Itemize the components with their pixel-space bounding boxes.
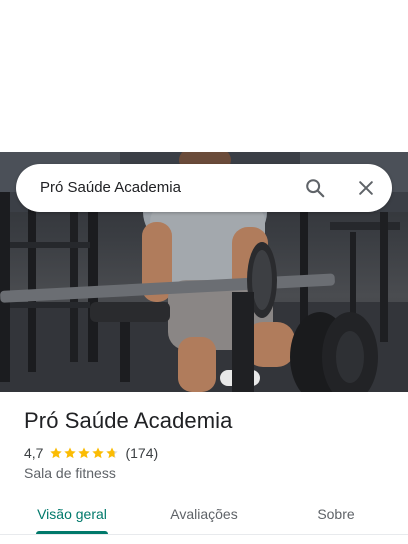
rating-stars	[49, 446, 119, 460]
tabs-divider	[0, 534, 408, 535]
place-category: Sala de fitness	[24, 465, 116, 481]
search-bar[interactable]: Pró Saúde Academia	[16, 164, 392, 212]
star-icon	[50, 447, 63, 459]
rating-row: 4,7 (174)	[24, 444, 158, 462]
search-icon[interactable]	[304, 177, 326, 199]
top-blank-area	[0, 0, 408, 152]
close-icon[interactable]	[356, 178, 376, 198]
star-icon	[64, 447, 77, 459]
star-icon	[92, 447, 105, 459]
star-icon	[78, 447, 91, 459]
place-tabs: Visão geral Avaliações Sobre	[0, 492, 408, 544]
search-input[interactable]: Pró Saúde Academia	[40, 179, 181, 196]
review-count[interactable]: (174)	[125, 445, 158, 461]
tab-about[interactable]: Sobre	[284, 492, 388, 536]
star-half-icon	[106, 447, 119, 459]
tab-reviews[interactable]: Avaliações	[152, 492, 256, 536]
tab-overview[interactable]: Visão geral	[20, 492, 124, 536]
rating-value: 4,7	[24, 445, 44, 461]
place-title: Pró Saúde Academia	[24, 408, 233, 433]
